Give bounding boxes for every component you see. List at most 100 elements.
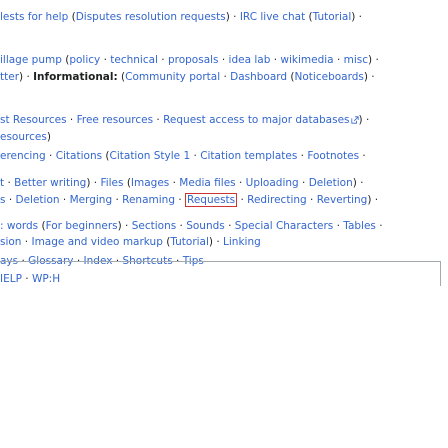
link-redirecting[interactable]: Redirecting (247, 194, 307, 206)
link-tutorial[interactable]: Tutorial (313, 11, 352, 23)
link-image-and-video-markup[interactable]: Image and video markup (31, 236, 162, 248)
link-sections[interactable]: Sections (132, 220, 176, 232)
external-link-icon (350, 116, 359, 124)
link-tutorial[interactable]: Tutorial (170, 236, 209, 248)
link-wp-h[interactable]: WP:H (32, 273, 60, 285)
link-free-resources[interactable]: Free resources (77, 114, 154, 126)
link-idea-lab[interactable]: idea lab (229, 54, 271, 66)
link-tter[interactable]: tter (0, 71, 19, 83)
separator: ) · (358, 114, 370, 126)
separator: · (220, 71, 231, 83)
link-wikimedia[interactable]: wikimedia (280, 54, 333, 66)
separator: · (112, 194, 123, 206)
link-special-characters[interactable]: Special Characters (235, 220, 333, 232)
navbox-row: tter) · Informational: (Community portal… (0, 70, 375, 84)
separator: · (333, 54, 344, 66)
separator: ( (287, 71, 295, 83)
link-illage-pump[interactable]: illage pump (0, 54, 62, 66)
link-reverting[interactable]: Reverting (317, 194, 368, 206)
link-merging[interactable]: Merging (70, 194, 113, 206)
link-uploading[interactable]: Uploading (246, 177, 299, 189)
separator: ( (102, 150, 110, 162)
navbox-row: s · Deletion · Merging · Renaming · Requ… (0, 193, 378, 207)
separator: ( (305, 11, 313, 23)
separator: · (100, 54, 111, 66)
link-st-resources[interactable]: st Resources (0, 114, 67, 126)
separator: ( (38, 220, 46, 232)
navbox-row: st Resources · Free resources · Request … (0, 113, 369, 127)
link-misc[interactable]: misc (344, 54, 368, 66)
link-request-access-to-major-databases[interactable]: Request access to major databases (163, 114, 349, 126)
link-citation-templates[interactable]: Citation templates (200, 150, 297, 162)
separator: · (66, 114, 77, 126)
separator: ) · (368, 54, 379, 66)
link-policy[interactable]: policy (69, 54, 100, 66)
link-ielp[interactable]: IELP (0, 273, 22, 285)
link-sion[interactable]: sion (0, 236, 21, 248)
navbox-row: illage pump (policy · technical · propos… (0, 53, 379, 67)
navbox-row: lests for help (Disputes resolution requ… (0, 10, 362, 24)
link-sounds[interactable]: Sounds (186, 220, 225, 232)
separator: ( (117, 71, 126, 83)
link-irc-live-chat[interactable]: IRC live chat (240, 11, 305, 23)
link-noticeboards[interactable]: Noticeboards (295, 71, 364, 83)
link-lests-for-help[interactable]: lests for help (0, 11, 68, 23)
link-dashboard[interactable]: Dashboard (230, 71, 287, 83)
separator: ( (68, 11, 76, 23)
separator: · (218, 54, 229, 66)
link-for-beginners[interactable]: For beginners (46, 220, 118, 232)
separator: · (190, 150, 201, 162)
link-erencing[interactable]: erencing (0, 150, 46, 162)
link-deletion[interactable]: Deletion (16, 194, 60, 206)
group-label: Informational: (33, 71, 118, 83)
link-images[interactable]: Images (131, 177, 169, 189)
link-media-files[interactable]: Media files (179, 177, 235, 189)
link-community-portal[interactable]: Community portal (125, 71, 220, 83)
navbox-row: IELP · WP:H (0, 272, 60, 286)
separator: · (298, 177, 309, 189)
link-citations[interactable]: Citations (56, 150, 102, 162)
separator: ( (123, 177, 131, 189)
navbox-row: sion · Image and video markup (Tutorial)… (0, 235, 261, 249)
separator: · (169, 177, 180, 189)
separator: · (375, 220, 383, 232)
separator: · (359, 150, 366, 162)
separator: ) · (117, 220, 132, 232)
separator: · (237, 194, 248, 206)
separator: ) · (351, 11, 363, 23)
link-tables[interactable]: Tables (343, 220, 376, 232)
separator: ) · (208, 236, 224, 248)
separator: · (270, 54, 281, 66)
link-files[interactable]: Files (100, 177, 123, 189)
separator: ) · (225, 11, 240, 23)
separator: ) (46, 131, 51, 143)
link-deletion[interactable]: Deletion (309, 177, 353, 189)
link-disputes-resolution-requests[interactable]: Disputes resolution requests (76, 11, 226, 23)
link-esources[interactable]: esources (0, 131, 47, 143)
link-linking[interactable]: Linking (223, 236, 261, 248)
link-citation-style-1[interactable]: Citation Style 1 (110, 150, 191, 162)
separator: · (174, 194, 185, 206)
navbox-row: esources) (0, 130, 51, 144)
separator: · (59, 194, 70, 206)
separator: · (4, 177, 15, 189)
separator: · (224, 220, 235, 232)
link-technical[interactable]: technical (110, 54, 158, 66)
navbox-right-border (440, 261, 441, 286)
link-footnotes[interactable]: Footnotes (307, 150, 359, 162)
link-proposals[interactable]: proposals (168, 54, 219, 66)
separator: · (157, 54, 168, 66)
separator: · (21, 273, 32, 285)
navbox-row: erencing · Citations (Citation Style 1 ·… (0, 149, 366, 163)
link-requests-focused[interactable]: Requests (185, 193, 238, 207)
link-better-writing[interactable]: Better writing (14, 177, 86, 189)
separator: · (306, 194, 317, 206)
separator: · (21, 236, 32, 248)
separator: · (176, 220, 187, 232)
link-renaming[interactable]: Renaming (122, 194, 175, 206)
separator: ) · (86, 177, 101, 189)
link-words[interactable]: : words (0, 220, 38, 232)
navbox-bottom-border (0, 261, 441, 262)
separator: · (333, 220, 344, 232)
separator: · (235, 177, 246, 189)
